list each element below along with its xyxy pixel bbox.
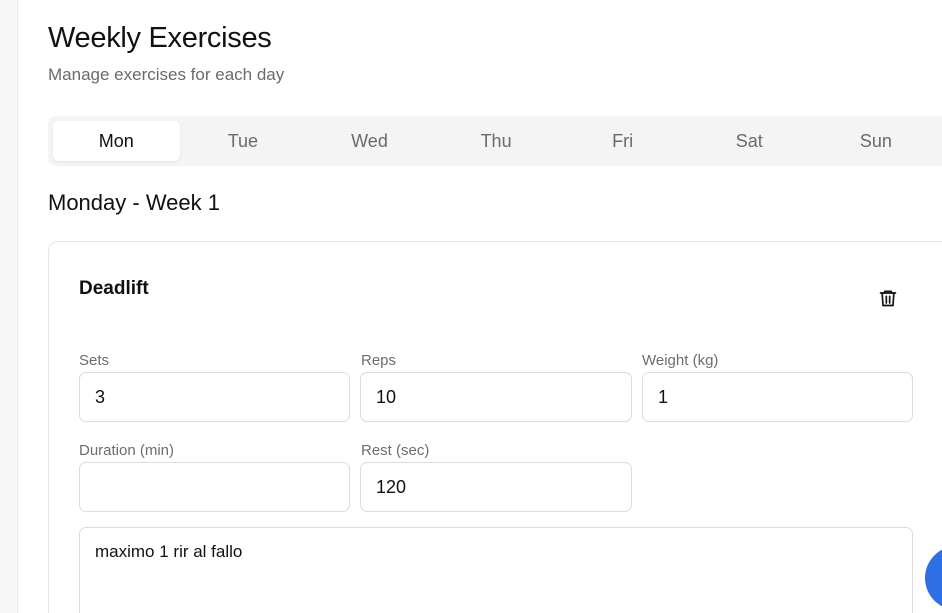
exercise-name: Deadlift <box>79 278 149 299</box>
exercise-card: Deadlift Sets Reps Weight (kg) Duration … <box>48 241 942 613</box>
tab-thu[interactable]: Thu <box>433 121 560 161</box>
day-tabs: Mon Tue Wed Thu Fri Sat Sun <box>48 116 942 166</box>
tab-sun[interactable]: Sun <box>813 121 940 161</box>
trash-icon <box>879 290 897 307</box>
page-subtitle: Manage exercises for each day <box>48 65 285 84</box>
tab-tue[interactable]: Tue <box>180 121 307 161</box>
rest-input[interactable] <box>360 462 632 512</box>
weight-label: Weight (kg) <box>642 352 719 369</box>
duration-label: Duration (min) <box>79 442 175 459</box>
tab-wed[interactable]: Wed <box>306 121 433 161</box>
day-heading: Monday - Week 1 <box>48 190 221 215</box>
tab-mon[interactable]: Mon <box>53 121 180 161</box>
reps-input[interactable] <box>360 372 632 422</box>
sets-input[interactable] <box>79 372 350 422</box>
duration-input[interactable] <box>79 462 350 512</box>
sidebar-edge <box>0 0 18 613</box>
sets-label: Sets <box>79 352 110 369</box>
notes-textarea[interactable]: maximo 1 rir al fallo <box>79 527 913 613</box>
weight-input[interactable] <box>642 372 913 422</box>
reps-label: Reps <box>361 352 397 369</box>
rest-label: Rest (sec) <box>361 442 430 459</box>
tab-sat[interactable]: Sat <box>686 121 813 161</box>
delete-exercise-button[interactable] <box>876 286 900 310</box>
page-title: Weekly Exercises <box>48 22 272 54</box>
tab-fri[interactable]: Fri <box>559 121 686 161</box>
